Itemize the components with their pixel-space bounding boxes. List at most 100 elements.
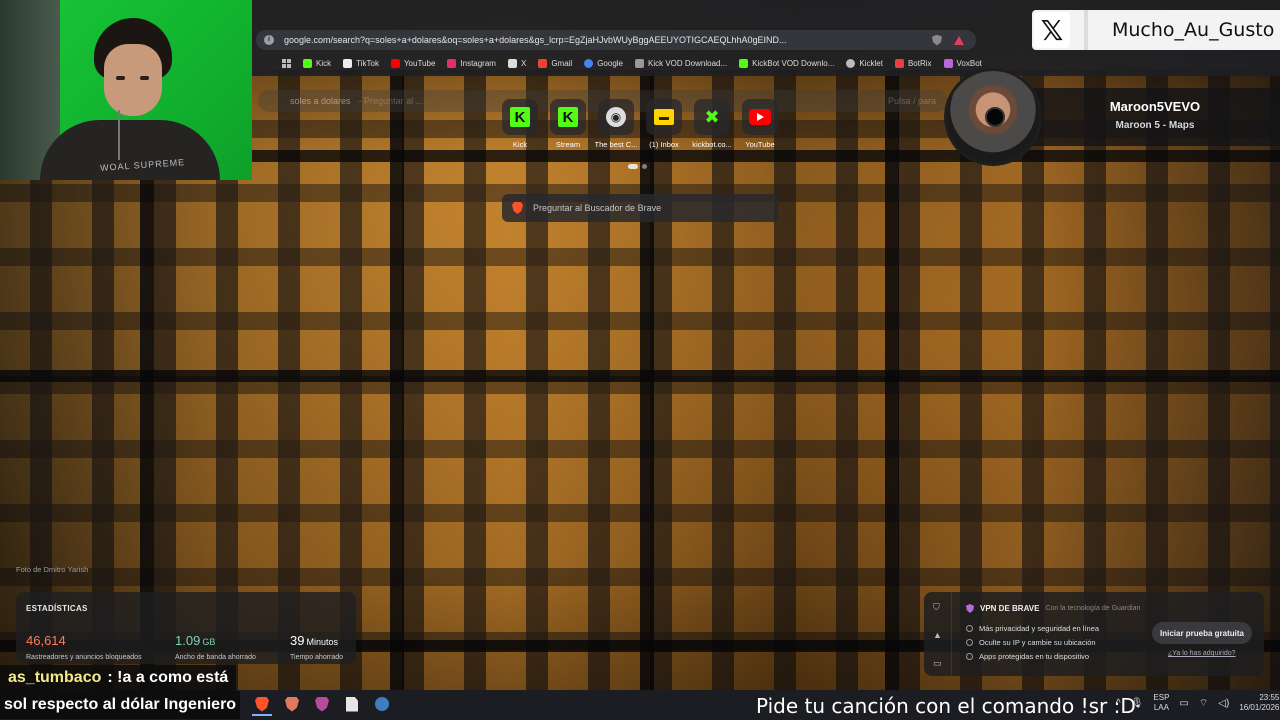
stat-bandwidth-label: Ancho de banda ahorrado xyxy=(175,654,256,661)
now-playing-title: Maroon5VEVO xyxy=(1109,99,1201,114)
stat-time: 39 Minutos Tiempo ahorrado xyxy=(290,632,343,661)
top-site-kickbot[interactable]: ✖ kickbot.co... xyxy=(692,99,732,149)
brave-shields-icon[interactable] xyxy=(932,34,942,46)
vpn-widget: ⛉ ▲ ▭ VPN DE BRAVE Con la tecnología de … xyxy=(924,592,1264,676)
vpn-feature: Oculte su IP y cambie su ubicación xyxy=(966,635,1099,649)
cards-tab-icon[interactable]: ▭ xyxy=(933,658,942,669)
vpn-powered-by: Con la tecnología de Guardian xyxy=(1045,605,1141,612)
google-icon xyxy=(584,58,594,68)
stat-blocked: 46,614 Rastreadores y anuncios bloqueado… xyxy=(26,632,142,661)
bookmark-label: Gmail xyxy=(551,58,573,68)
brave-rewards-icon[interactable] xyxy=(954,35,964,45)
bookmark-botrix[interactable]: BotRix xyxy=(894,58,932,68)
clock-date: 16/01/2026 xyxy=(1239,703,1280,712)
chat-message: as_tumbaco : !a a como está xyxy=(0,665,237,691)
top-site-github[interactable]: ◉ The best C... xyxy=(594,99,638,149)
webcam-shirt xyxy=(40,120,220,180)
now-playing-disc xyxy=(944,68,1042,166)
kick-icon: K xyxy=(558,107,578,127)
top-site-label: The best C... xyxy=(594,140,638,149)
kick-icon: K xyxy=(510,107,530,127)
vpn-feature-text: Más privacidad y seguridad en línea xyxy=(979,623,1100,633)
stat-time-label: Tiempo ahorrado xyxy=(290,654,344,661)
top-site-tile[interactable]: ◉ xyxy=(598,99,634,135)
taskbar-brave-beta[interactable] xyxy=(282,694,302,714)
bookmark-kick[interactable]: Kick xyxy=(303,58,331,68)
bookmark-label: Kick VOD Download... xyxy=(648,58,728,68)
vpn-feature-text: Oculte su IP y cambie su ubicación xyxy=(979,637,1096,647)
bookmark-google[interactable]: Google xyxy=(584,58,623,68)
brave-search-box[interactable]: Preguntar al Buscador de Brave xyxy=(502,194,778,222)
social-handle-banner: 𝕏 Mucho_Au_Gusto xyxy=(1032,10,1280,50)
top-site-label: Kick xyxy=(512,140,528,149)
social-handle: Mucho_Au_Gusto xyxy=(1112,19,1275,41)
stats-widget: ESTADÍSTICAS 46,614 Rastreadores y anunc… xyxy=(16,592,356,664)
top-site-label: Stream xyxy=(555,140,581,149)
top-site-youtube[interactable]: YouTube xyxy=(740,99,780,149)
bookmark-kicklet[interactable]: Kicklet xyxy=(846,58,883,68)
kickbot-icon xyxy=(739,58,749,68)
brave-beta-icon xyxy=(285,696,299,712)
bookmark-label: Google xyxy=(597,58,623,68)
top-site-tile[interactable] xyxy=(742,99,778,135)
taskbar-file[interactable] xyxy=(342,694,362,714)
apps-grid-icon[interactable] xyxy=(282,58,291,68)
top-site-kick[interactable]: K Kick xyxy=(500,99,540,149)
bookmark-label: YouTube xyxy=(403,58,436,68)
top-site-label: kickbot.co... xyxy=(692,140,732,149)
bookmark-tiktok[interactable]: TikTok xyxy=(343,58,379,68)
bookmark-x[interactable]: X xyxy=(507,58,526,68)
volume-icon[interactable]: ◁) xyxy=(1218,698,1229,709)
ghost-query: soles a dolares xyxy=(290,96,351,106)
taskbar-brave[interactable] xyxy=(252,694,272,716)
already-purchased-link[interactable]: ¿Ya lo has adquirido? xyxy=(1168,650,1236,657)
check-icon xyxy=(966,652,973,660)
taskbar-steam[interactable] xyxy=(372,694,392,714)
address-bar[interactable]: i google.com/search?q=soles+a+dolares&oq… xyxy=(256,30,976,50)
stat-bandwidth: 1.09 GB Ancho de banda ahorrado xyxy=(175,632,256,661)
network-icon[interactable]: ⌔ xyxy=(1199,697,1208,710)
brave-lion-icon xyxy=(512,202,523,214)
site-info-icon[interactable]: i xyxy=(264,35,274,45)
bookmark-kickbot-vod[interactable]: KickBot VOD Downlo... xyxy=(739,58,834,68)
top-site-tile[interactable]: K xyxy=(550,99,586,135)
bookmark-gmail[interactable]: Gmail xyxy=(538,58,573,68)
photo-credit[interactable]: Foto de Dmitro Yarish xyxy=(16,565,88,574)
pager-dot-active[interactable] xyxy=(628,164,638,169)
display-icon[interactable]: ▭ xyxy=(1179,698,1188,709)
pager-dot[interactable] xyxy=(642,164,647,169)
start-trial-button[interactable]: Iniciar prueba gratuita xyxy=(1152,622,1252,644)
stats-title: ESTADÍSTICAS xyxy=(26,604,88,613)
brave-search-placeholder[interactable]: Preguntar al Buscador de Brave xyxy=(533,203,661,213)
vpn-feature-list: Más privacidad y seguridad en línea Ocul… xyxy=(966,621,1099,663)
top-site-tile[interactable]: K xyxy=(502,99,538,135)
address-url[interactable]: google.com/search?q=soles+a+dolares&oq=s… xyxy=(284,35,924,45)
kickbot-icon: ✖ xyxy=(704,106,720,127)
language-indicator[interactable]: ESP LAA xyxy=(1153,693,1169,713)
bookmark-voxbot[interactable]: VoxBot xyxy=(943,58,982,68)
chevron-up-icon[interactable]: ^ xyxy=(1116,698,1121,709)
rewards-tab-icon[interactable]: ▲ xyxy=(933,630,942,640)
bookmark-youtube[interactable]: YouTube xyxy=(390,58,436,68)
bookmark-instagram[interactable]: Instagram xyxy=(447,58,496,68)
top-site-tile[interactable]: ▬ xyxy=(646,99,682,135)
chat-username: as_tumbaco xyxy=(8,669,102,686)
top-site-inbox[interactable]: ▬ (1) Inbox xyxy=(644,99,684,149)
top-site-stream[interactable]: K Stream xyxy=(548,99,588,149)
check-icon xyxy=(966,624,973,632)
vpn-tab-icon[interactable]: ⛉ xyxy=(933,602,940,613)
stat-bandwidth-value: 1.09 xyxy=(175,633,201,648)
clock[interactable]: 23:55 16/01/2026 xyxy=(1239,693,1279,713)
taskbar-apps xyxy=(252,694,392,716)
bookmark-kick-vod[interactable]: Kick VOD Download... xyxy=(635,58,728,68)
chat-text: sol respecto al dólar Ingeniero xyxy=(4,696,237,713)
microphone-icon[interactable]: 🎙 xyxy=(1131,698,1144,709)
kicklet-icon xyxy=(846,58,856,68)
ghost-hint: - Preguntar al ... xyxy=(358,96,424,106)
top-site-tile[interactable]: ✖ xyxy=(694,99,730,135)
widget-switcher: ⛉ ▲ ▭ xyxy=(924,592,952,676)
ghost-shortcut-hint: Pulsa / para xyxy=(887,96,936,106)
taskbar-brave-nightly[interactable] xyxy=(312,694,332,714)
gmail-icon xyxy=(538,58,548,68)
kick-vod-icon xyxy=(635,58,644,68)
